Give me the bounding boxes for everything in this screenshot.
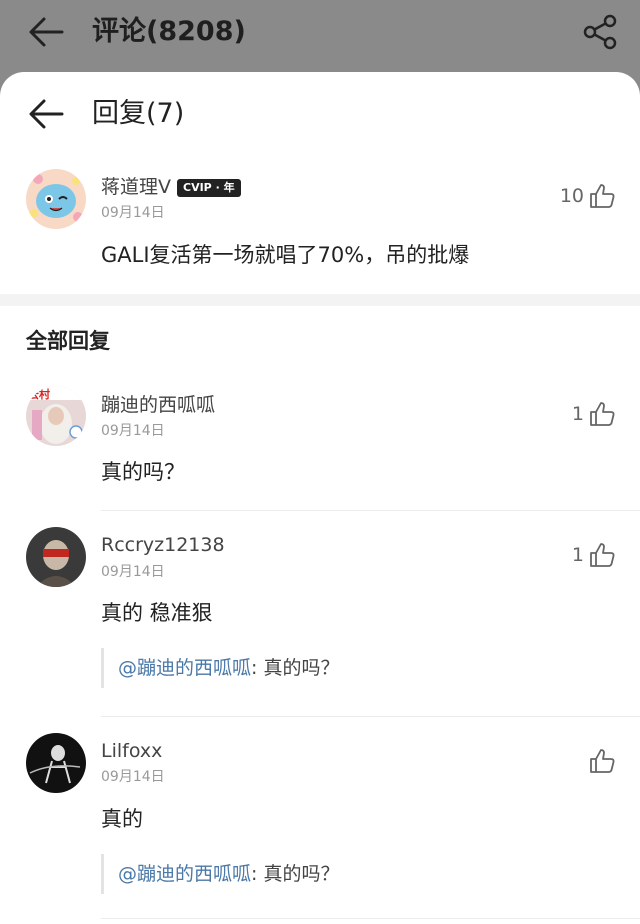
comment-username[interactable]: 蒋道理V CVIP · 年 bbox=[101, 174, 241, 200]
like-count: 1 bbox=[571, 403, 584, 425]
like-count: 1 bbox=[571, 544, 584, 566]
quoted-reply[interactable]: @蹦迪的西呱呱: 真的吗？ bbox=[101, 648, 581, 688]
quoted-reply[interactable]: @蹦迪的西呱呱: 真的吗？ bbox=[101, 854, 581, 894]
back-arrow-icon[interactable] bbox=[26, 96, 66, 132]
like-count: 10 bbox=[559, 185, 584, 207]
thumbs-up-icon bbox=[590, 402, 615, 426]
quoted-text: : 真的吗？ bbox=[251, 863, 340, 885]
like-button[interactable] bbox=[584, 745, 616, 777]
thumbs-up-icon bbox=[590, 543, 615, 567]
reply-text: 真的 稳准狠 bbox=[101, 601, 213, 625]
avatar-photo-image: 云村 bbox=[26, 386, 86, 446]
like-button[interactable]: 1 bbox=[572, 539, 616, 571]
divider bbox=[101, 918, 640, 919]
reply-username[interactable]: Rccryz12138 bbox=[101, 532, 225, 558]
reply-username[interactable]: 蹦迪的西呱呱 bbox=[101, 392, 215, 418]
vip-badge: CVIP · 年 bbox=[177, 178, 241, 197]
like-button[interactable]: 10 bbox=[560, 180, 616, 212]
reply-date: 09月14日 bbox=[101, 564, 165, 580]
reply-sheet: 回复(7) 蒋道理V CVIP · 年 09月14日 10 GALI复活第一场就唱… bbox=[0, 72, 640, 924]
mention-link[interactable]: @蹦迪的西呱呱 bbox=[118, 863, 251, 885]
avatar[interactable] bbox=[26, 733, 86, 793]
avatar[interactable] bbox=[26, 169, 86, 229]
avatar[interactable] bbox=[26, 527, 86, 587]
reply-date: 09月14日 bbox=[101, 423, 165, 439]
page-title: 评论(8208) bbox=[92, 16, 246, 47]
reply-text: 真的 bbox=[101, 807, 143, 831]
svg-text:云村: 云村 bbox=[28, 387, 50, 401]
section-separator bbox=[0, 294, 640, 306]
comment-date: 09月14日 bbox=[101, 205, 165, 221]
quoted-text: : 真的吗？ bbox=[251, 657, 340, 679]
reply-text: 真的吗？ bbox=[101, 460, 185, 484]
back-arrow-icon[interactable] bbox=[26, 14, 66, 50]
reply-username[interactable]: Lilfoxx bbox=[101, 738, 162, 764]
avatar-photo-image bbox=[26, 527, 86, 587]
share-icon[interactable] bbox=[580, 12, 620, 52]
avatar-illustration-image bbox=[26, 733, 86, 793]
divider bbox=[101, 510, 640, 511]
comment-text: GALI复活第一场就唱了70%，吊的批爆 bbox=[101, 243, 470, 267]
section-title: 全部回复 bbox=[26, 329, 110, 353]
sheet-title: 回复(7) bbox=[92, 98, 185, 129]
thumbs-up-icon bbox=[590, 749, 615, 773]
sheet-header: 回复(7) bbox=[0, 72, 640, 156]
avatar-squirtle-image bbox=[26, 169, 86, 229]
top-bar: 评论(8208) bbox=[0, 0, 640, 64]
divider bbox=[101, 716, 640, 717]
mention-link[interactable]: @蹦迪的西呱呱 bbox=[118, 657, 251, 679]
reply-date: 09月14日 bbox=[101, 769, 165, 785]
thumbs-up-icon bbox=[590, 184, 615, 208]
like-button[interactable]: 1 bbox=[572, 398, 616, 430]
avatar[interactable]: 云村 bbox=[26, 386, 86, 446]
